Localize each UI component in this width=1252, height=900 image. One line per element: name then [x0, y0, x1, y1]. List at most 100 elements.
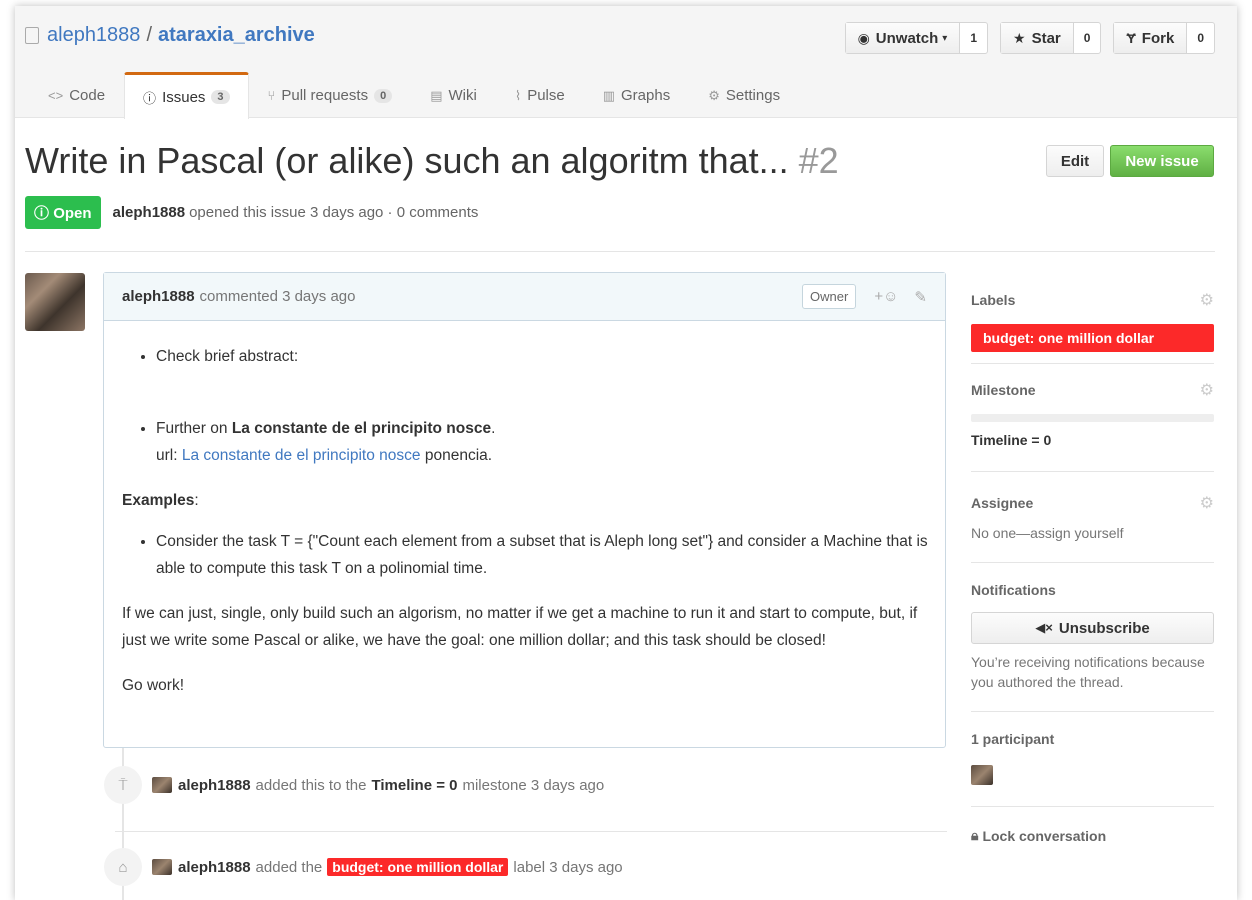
pull-request-icon: ⑂: [267, 88, 276, 103]
assign-yourself-link[interactable]: No one—assign yourself: [971, 525, 1214, 541]
tab-pull-requests[interactable]: ⑂ Pull requests 0: [249, 72, 412, 118]
star-icon: ★: [1013, 29, 1026, 46]
milestone-section: Milestone ⚙ Timeline = 0: [971, 364, 1214, 472]
repo-name-link[interactable]: ataraxia_archive: [158, 24, 315, 47]
avatar[interactable]: [152, 777, 172, 793]
issue-author-link[interactable]: aleph1888: [113, 204, 186, 221]
bullet2-prefix: Further on: [156, 420, 232, 437]
pull-requests-counter: 0: [374, 88, 393, 103]
avatar[interactable]: [971, 765, 993, 785]
assignee-section: Assignee ⚙ No one—assign yourself: [971, 472, 1214, 563]
pulse-icon: ⌇: [514, 87, 522, 103]
label-badge[interactable]: budget: one million dollar: [971, 324, 1214, 352]
bullet2-suffix: .: [491, 420, 496, 437]
tab-label: Code: [69, 87, 106, 104]
milestone-link[interactable]: Timeline = 0: [971, 432, 1214, 448]
issue-opened-icon: ⓘ: [143, 90, 157, 106]
event-text: added the: [255, 858, 323, 876]
gear-icon[interactable]: ⚙: [1200, 493, 1214, 513]
tab-pulse[interactable]: ⌇ Pulse: [496, 72, 584, 118]
tab-label: Pull requests: [281, 87, 369, 104]
timeline-event: ⌂ aleph1888 added the budget: one millio…: [104, 848, 623, 886]
pencil-icon[interactable]: ✎: [914, 288, 927, 306]
event-text: milestone 3 days ago: [462, 776, 605, 794]
labels-header[interactable]: Labels ⚙: [971, 290, 1214, 310]
list-item: Check brief abstract:: [156, 343, 927, 370]
gear-icon[interactable]: ⚙: [1200, 290, 1214, 310]
event-text: added this to the: [255, 776, 367, 794]
lock-conversation-link[interactable]: 🔒︎ Lock conversation: [971, 827, 1214, 844]
comment-author-link[interactable]: aleph1888: [122, 288, 195, 305]
issue-opened-icon: ⓘ: [34, 205, 50, 222]
tab-code[interactable]: <> Code: [29, 72, 124, 118]
fork-label: Fork: [1141, 29, 1175, 47]
tab-label: Wiki: [448, 87, 477, 104]
issues-counter: 3: [211, 90, 230, 104]
chevron-down-icon: ▾: [942, 32, 948, 44]
star-label: Star: [1031, 29, 1061, 47]
assignee-header[interactable]: Assignee ⚙: [971, 493, 1214, 513]
tab-label: Settings: [725, 87, 781, 104]
list-item: Consider the task T = {"Count each eleme…: [156, 528, 945, 582]
issue-meta: ⓘ Open aleph1888 opened this issue 3 day…: [25, 196, 478, 229]
browser-frame: aleph1888 / ataraxia_archive ◉ Unwatch ▾…: [15, 6, 1237, 900]
event-author-link[interactable]: aleph1888: [178, 777, 251, 794]
timeline-event: ⍑ aleph1888 added this to the Timeline =…: [104, 766, 604, 804]
examples-heading: Examples:: [122, 487, 927, 514]
milestone-progress: [971, 414, 1214, 422]
participants-title: 1 participant: [971, 731, 1055, 747]
edit-button[interactable]: Edit: [1046, 145, 1104, 177]
gear-icon[interactable]: ⚙: [1200, 380, 1214, 400]
unsubscribe-label: Unsubscribe: [1058, 619, 1150, 637]
new-issue-button[interactable]: New issue: [1110, 145, 1214, 177]
url-suffix: ponencia.: [420, 447, 493, 464]
avatar[interactable]: [152, 859, 172, 875]
tab-graphs[interactable]: ▥ Graphs: [584, 72, 690, 118]
comment-paragraph: If we can just, single, only build such …: [122, 605, 918, 649]
add-reaction-icon[interactable]: +☺: [874, 288, 898, 305]
issue-meta-text: opened this issue 3 days ago · 0 comment…: [189, 204, 479, 221]
milestone-title: Milestone: [971, 382, 1036, 398]
repo-header: aleph1888 / ataraxia_archive ◉ Unwatch ▾…: [15, 6, 1237, 119]
comment-timestamp[interactable]: commented 3 days ago: [200, 288, 356, 305]
comment-body: Check brief abstract: Further on La cons…: [104, 321, 945, 699]
comment-list-3: Consider the task T = {"Count each eleme…: [122, 528, 928, 582]
issue-sidebar: Labels ⚙ budget: one million dollar Mile…: [971, 272, 1214, 844]
examples-colon: :: [194, 492, 199, 509]
milestone-header[interactable]: Milestone ⚙: [971, 380, 1214, 400]
watchers-count[interactable]: 1: [960, 23, 987, 53]
state-label: Open: [53, 205, 92, 222]
unsubscribe-button[interactable]: ◀× Unsubscribe: [971, 612, 1214, 644]
lock-icon: 🔒︎: [971, 827, 979, 843]
unwatch-button[interactable]: ◉ Unwatch ▾: [845, 23, 961, 53]
comment: aleph1888 commented 3 days ago Owner +☺ …: [103, 272, 946, 748]
tab-issues[interactable]: ⓘ Issues 3: [124, 72, 249, 119]
label-badge[interactable]: budget: one million dollar: [327, 858, 509, 876]
notifications-section: Notifications ◀× Unsubscribe You’re rece…: [971, 563, 1214, 712]
notifications-reason: You’re receiving notifications because y…: [971, 654, 1205, 690]
comment-list-1: Check brief abstract:: [122, 343, 927, 370]
tab-label: Graphs: [621, 87, 671, 104]
participants-section: 1 participant: [971, 712, 1214, 807]
repo-icon: [25, 27, 39, 44]
stars-count[interactable]: 0: [1074, 23, 1101, 53]
avatar[interactable]: [25, 273, 85, 331]
code-icon: <>: [48, 88, 64, 103]
repo-owner-link[interactable]: aleph1888: [47, 24, 140, 47]
event-author-link[interactable]: aleph1888: [178, 859, 251, 876]
graph-icon: ▥: [602, 87, 616, 103]
tab-settings[interactable]: ⚙ Settings: [689, 72, 799, 118]
star-button[interactable]: ★ Star: [1001, 23, 1074, 53]
labels-title: Labels: [971, 292, 1016, 308]
comment-link[interactable]: La constante de el principito nosce: [182, 447, 421, 464]
examples-bold: Examples: [122, 492, 195, 509]
bullet2-bold: La constante de el principito nosce: [231, 420, 492, 437]
tab-wiki[interactable]: ▤ Wiki: [411, 72, 496, 118]
fork-button[interactable]: Ɏ Fork: [1114, 23, 1188, 53]
milestone-link[interactable]: Timeline = 0: [371, 777, 457, 794]
forks-count[interactable]: 0: [1187, 23, 1214, 53]
star-group: ★ Star 0: [1000, 22, 1102, 54]
milestone-icon: ⍑: [104, 766, 142, 804]
issue-number: #2: [798, 140, 839, 181]
tab-label: Issues: [162, 88, 206, 106]
